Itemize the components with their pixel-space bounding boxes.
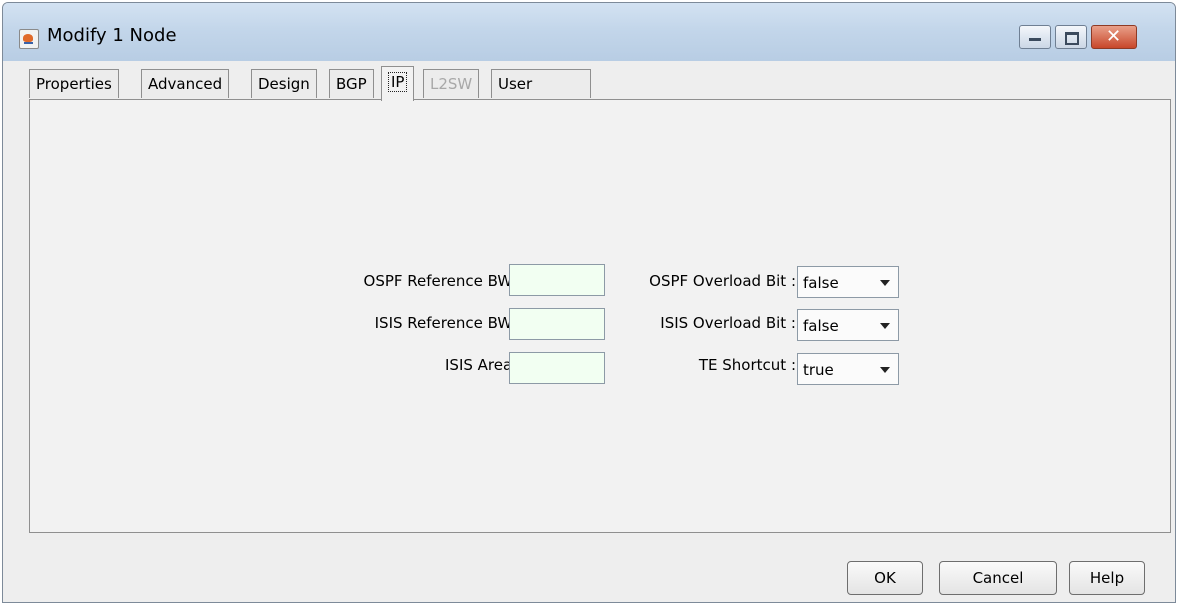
title-bar[interactable]: Modify 1 Node ✕ xyxy=(3,3,1175,61)
isis-reference-bw-input[interactable] xyxy=(509,308,605,340)
tab-label: BGP xyxy=(336,75,367,93)
ospf-overload-bit-select[interactable]: false xyxy=(797,266,899,298)
tab-advanced[interactable]: Advanced xyxy=(141,69,230,98)
tab-properties[interactable]: Properties xyxy=(29,69,119,98)
tab-user-parameters[interactable]: User Parameters xyxy=(491,69,591,121)
isis-overload-bit-value: false xyxy=(803,317,839,335)
window-title: Modify 1 Node xyxy=(47,25,177,46)
chevron-down-icon xyxy=(880,367,890,373)
tab-label: Properties xyxy=(36,75,112,93)
isis-overload-bit-label: ISIS Overload Bit : xyxy=(660,314,796,332)
dialog-window: Modify 1 Node ✕ Properties Advanced Desi… xyxy=(2,2,1176,603)
tab-label: Advanced xyxy=(148,75,223,93)
chevron-down-icon xyxy=(880,280,890,286)
minimize-icon xyxy=(1029,38,1041,41)
maximize-button[interactable] xyxy=(1055,25,1087,49)
isis-reference-bw-label: ISIS Reference BW : xyxy=(374,314,522,332)
close-icon: ✕ xyxy=(1106,26,1122,47)
isis-area-input[interactable] xyxy=(509,352,605,384)
tab-l2sw: L2SW xyxy=(423,69,480,98)
maximize-icon xyxy=(1065,32,1079,45)
ospf-reference-bw-input[interactable] xyxy=(509,264,605,296)
ospf-overload-bit-value: false xyxy=(803,274,839,292)
ospf-reference-bw-label: OSPF Reference BW : xyxy=(363,272,522,290)
help-button[interactable]: Help xyxy=(1069,561,1145,595)
java-app-icon xyxy=(19,29,39,49)
isis-overload-bit-select[interactable]: false xyxy=(797,309,899,341)
tab-bgp[interactable]: BGP xyxy=(329,69,374,98)
ospf-overload-bit-label: OSPF Overload Bit : xyxy=(649,272,796,290)
chevron-down-icon xyxy=(880,323,890,329)
te-shortcut-label: TE Shortcut : xyxy=(698,356,796,374)
tab-design[interactable]: Design xyxy=(251,69,317,98)
tab-label: Design xyxy=(258,75,310,93)
te-shortcut-value: true xyxy=(803,361,834,379)
cancel-button[interactable]: Cancel xyxy=(939,561,1057,595)
tab-ip[interactable]: IP xyxy=(381,66,415,101)
ip-tab-panel: OSPF Reference BW : ISIS Reference BW : … xyxy=(29,99,1171,533)
close-button[interactable]: ✕ xyxy=(1091,25,1137,49)
ok-button[interactable]: OK xyxy=(847,561,923,595)
minimize-button[interactable] xyxy=(1019,25,1051,49)
tab-label: IP xyxy=(388,72,408,92)
tab-label: L2SW xyxy=(430,75,473,93)
te-shortcut-select[interactable]: true xyxy=(797,353,899,385)
